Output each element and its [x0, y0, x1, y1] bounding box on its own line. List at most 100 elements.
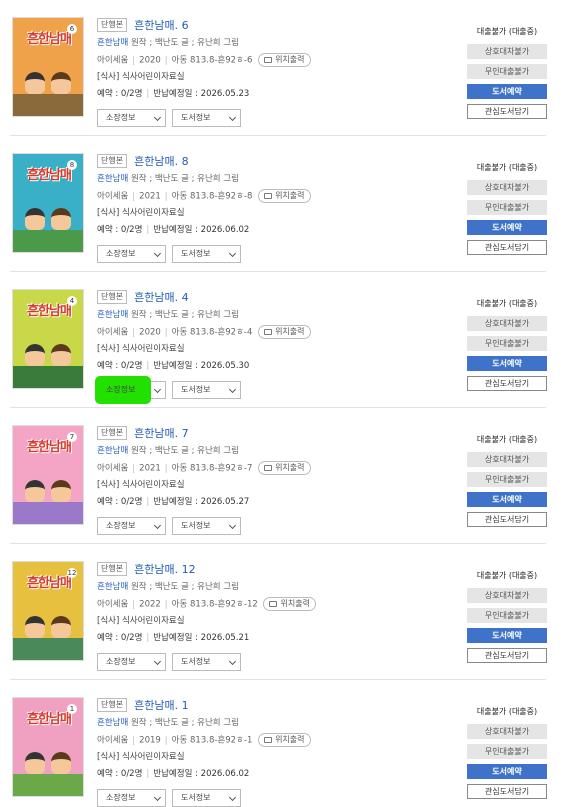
chevron-down-icon [228, 521, 237, 530]
book-info-dropdown[interactable]: 도서정보 [172, 653, 241, 671]
book-info-dropdown[interactable]: 도서정보 [172, 109, 241, 127]
holdings-info-label: 소장정보 [106, 249, 136, 258]
holdings-info-label: 소장정보 [106, 793, 136, 802]
holdings-info-label: 소장정보 [106, 385, 136, 394]
interlibrary-loan-button[interactable]: 상호대차불가 [467, 588, 547, 603]
publication-line: 아이세움 | 2019 | 아동 813.8-흔92ㅎ-1 위치출력 [97, 733, 457, 747]
cover-character-boy [25, 480, 45, 502]
location-print-button[interactable]: 위치출력 [258, 189, 311, 203]
holdings-info-dropdown[interactable]: 소장정보 [97, 653, 166, 671]
reserve-book-button[interactable]: 도서예약 [467, 220, 547, 235]
book-info-dropdown[interactable]: 도서정보 [172, 517, 241, 535]
book-info-dropdown[interactable]: 도서정보 [172, 381, 241, 399]
self-checkout-button[interactable]: 무인대출불가 [467, 336, 547, 351]
publisher: 아이세움 [97, 463, 129, 474]
author-details: 원작 ; 백난도 글 ; 유난희 그림 [130, 174, 239, 184]
chevron-down-icon [153, 521, 162, 530]
loan-status-label: 대출불가 (대출중) [476, 299, 538, 308]
book-result-item: 흔한남매 1 단행본 흔한남매. 1 흔한남매 원작 ; 백난도 글 ; 유난희… [0, 680, 568, 807]
due-date: 반납예정일 : 2026.05.27 [153, 497, 250, 507]
author-link[interactable]: 흔한남매 [97, 310, 128, 320]
reserve-book-button[interactable]: 도서예약 [467, 492, 547, 507]
separator: | [132, 191, 136, 202]
book-title-link[interactable]: 흔한남매. 1 [134, 697, 188, 713]
separator: | [132, 599, 136, 610]
publication-line: 아이세움 | 2021 | 아동 813.8-흔92ㅎ-8 위치출력 [97, 189, 457, 203]
self-checkout-button[interactable]: 무인대출불가 [467, 472, 547, 487]
interlibrary-loan-button[interactable]: 상호대차불가 [467, 180, 547, 195]
holdings-info-dropdown[interactable]: 소장정보 [97, 517, 166, 535]
book-info-dropdown[interactable]: 도서정보 [172, 245, 241, 263]
reservation-count: 예약 : 0/2명 [97, 89, 143, 99]
separator: | [164, 327, 168, 338]
book-title-link[interactable]: 흔한남매. 7 [134, 425, 188, 441]
location-print-button[interactable]: 위치출력 [258, 461, 311, 475]
publish-year: 2020 [139, 55, 161, 66]
book-title-link[interactable]: 흔한남매. 12 [134, 561, 195, 577]
interlibrary-loan-button[interactable]: 상호대차불가 [467, 724, 547, 739]
add-to-wishlist-button[interactable]: 관심도서담기 [467, 104, 547, 119]
due-date: 반납예정일 : 2026.06.02 [153, 225, 250, 235]
book-cover-image[interactable]: 흔한남매 7 [12, 425, 84, 525]
self-checkout-button[interactable]: 무인대출불가 [467, 744, 547, 759]
reservation-count: 예약 : 0/2명 [97, 497, 143, 507]
book-title-link[interactable]: 흔한남매. 8 [134, 153, 188, 169]
publish-year: 2019 [139, 735, 161, 746]
location-print-button[interactable]: 위치출력 [258, 733, 311, 747]
cover-volume-number: 7 [67, 432, 77, 442]
printer-icon [264, 56, 273, 63]
due-date: 반납예정일 : 2026.05.30 [153, 361, 250, 371]
cover-ground [13, 502, 83, 524]
author-link[interactable]: 흔한남매 [97, 582, 128, 592]
reserve-book-button[interactable]: 도서예약 [467, 356, 547, 371]
interlibrary-loan-button[interactable]: 상호대차불가 [467, 44, 547, 59]
self-checkout-button[interactable]: 무인대출불가 [467, 608, 547, 623]
cover-volume-number: 8 [67, 160, 77, 170]
add-to-wishlist-button[interactable]: 관심도서담기 [467, 376, 547, 391]
book-cover-image[interactable]: 흔한남매 4 [12, 289, 84, 389]
reserve-book-button[interactable]: 도서예약 [467, 628, 547, 643]
author-line: 흔한남매 원작 ; 백난도 글 ; 유난희 그림 [97, 580, 457, 594]
holdings-info-dropdown[interactable]: 소장정보 [95, 376, 166, 404]
book-cover-image[interactable]: 흔한남매 8 [12, 153, 84, 253]
holdings-info-dropdown[interactable]: 소장정보 [97, 245, 166, 263]
reserve-book-button[interactable]: 도서예약 [467, 84, 547, 99]
book-title-link[interactable]: 흔한남매. 4 [134, 289, 188, 305]
book-info-dropdown[interactable]: 도서정보 [172, 789, 241, 807]
author-link[interactable]: 흔한남매 [97, 38, 128, 48]
loan-status-label: 대출불가 (대출중) [476, 707, 538, 716]
book-info: 단행본 흔한남매. 8 흔한남매 원작 ; 백난도 글 ; 유난희 그림 아이세… [97, 153, 457, 263]
interlibrary-loan-button[interactable]: 상호대차불가 [467, 316, 547, 331]
holdings-info-dropdown[interactable]: 소장정보 [97, 789, 166, 807]
location-print-button[interactable]: 위치출력 [263, 597, 316, 611]
reserve-book-button[interactable]: 도서예약 [467, 764, 547, 779]
book-cover-image[interactable]: 흔한남매 12 [12, 561, 84, 661]
separator: | [132, 735, 136, 746]
author-line: 흔한남매 원작 ; 백난도 글 ; 유난희 그림 [97, 36, 457, 50]
add-to-wishlist-button[interactable]: 관심도서담기 [467, 784, 547, 799]
book-cover-image[interactable]: 흔한남매 6 [12, 17, 84, 117]
book-title-link[interactable]: 흔한남매. 6 [134, 17, 188, 33]
location-print-button[interactable]: 위치출력 [258, 53, 311, 67]
material-type-badge: 단행본 [97, 290, 128, 304]
author-link[interactable]: 흔한남매 [97, 174, 128, 184]
self-checkout-button[interactable]: 무인대출불가 [467, 200, 547, 215]
cover-volume-number: 4 [67, 296, 77, 306]
self-checkout-button[interactable]: 무인대출불가 [467, 64, 547, 79]
author-link[interactable]: 흔한남매 [97, 718, 128, 728]
holdings-info-dropdown[interactable]: 소장정보 [97, 109, 166, 127]
book-info: 단행본 흔한남매. 4 흔한남매 원작 ; 백난도 글 ; 유난희 그림 아이세… [95, 289, 457, 404]
book-cover-image[interactable]: 흔한남매 1 [12, 697, 84, 797]
material-type-badge: 단행본 [97, 18, 128, 32]
add-to-wishlist-button[interactable]: 관심도서담기 [467, 648, 547, 663]
author-link[interactable]: 흔한남매 [97, 446, 128, 456]
printer-icon [264, 736, 273, 743]
loan-status-label: 대출불가 (대출중) [476, 27, 538, 36]
add-to-wishlist-button[interactable]: 관심도서담기 [467, 240, 547, 255]
cover-ground [13, 230, 83, 252]
add-to-wishlist-button[interactable]: 관심도서담기 [467, 512, 547, 527]
action-buttons: 대출불가 (대출중) 상호대차불가 무인대출불가 도서예약 관심도서담기 [467, 704, 547, 804]
interlibrary-loan-button[interactable]: 상호대차불가 [467, 452, 547, 467]
separator: | [164, 599, 168, 610]
location-print-button[interactable]: 위치출력 [258, 325, 311, 339]
